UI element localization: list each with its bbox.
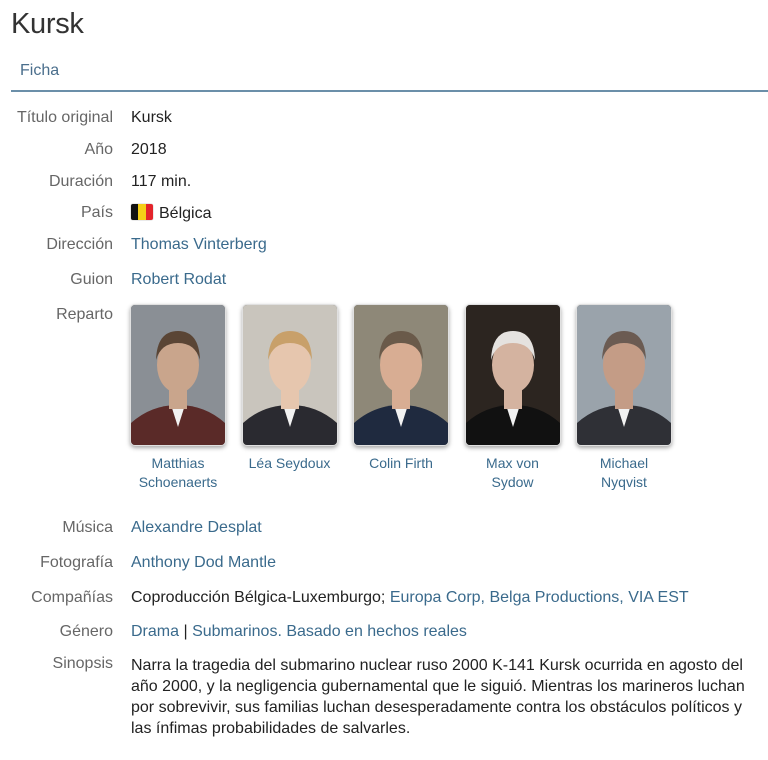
separator: ,: [619, 589, 629, 606]
field-label: Año: [84, 141, 113, 158]
field-value-wrap: Alexandre Desplat: [131, 519, 262, 537]
field-value: Drama | Submarinos. Basado en hechos rea…: [131, 623, 467, 641]
company-link[interactable]: VIA EST: [628, 589, 688, 606]
composer-link[interactable]: Alexandre Desplat: [131, 519, 262, 536]
field-label: Título original: [16, 109, 113, 126]
cast-member[interactable]: Colin Firth: [351, 304, 451, 473]
topic-link[interactable]: Basado en hechos reales: [286, 623, 467, 640]
field-value: 117 min.: [131, 173, 192, 190]
cast-member-name[interactable]: Michael Nyqvist: [574, 454, 674, 492]
tab-bar: Ficha: [11, 60, 768, 92]
field-label: Reparto: [56, 306, 113, 323]
field-value-wrap: Robert Rodat: [131, 271, 226, 289]
cast-name-line: Max von: [486, 455, 539, 471]
topic-link[interactable]: Submarinos: [192, 623, 277, 640]
cast-photo[interactable]: [464, 304, 561, 446]
cast-name-line: Nyqvist: [601, 474, 647, 490]
cast-name-line: Matthias: [151, 455, 205, 471]
company-link[interactable]: Belga Productions: [489, 589, 619, 606]
cast-member-name[interactable]: Léa Seydoux: [240, 454, 340, 473]
writer-link[interactable]: Robert Rodat: [131, 271, 226, 288]
cinematographer-link[interactable]: Anthony Dod Mantle: [131, 554, 276, 571]
field-label: Duración: [48, 173, 113, 190]
cast-photo[interactable]: [241, 304, 338, 446]
cast-name-line: Colin Firth: [369, 455, 433, 471]
cast-member-name[interactable]: Colin Firth: [351, 454, 451, 473]
cast-member[interactable]: Max von Sydow: [463, 304, 563, 492]
field-value: Coproducción Bélgica-Luxemburgo; Europa …: [131, 589, 689, 607]
field-label: País: [80, 204, 113, 221]
field-label: Género: [59, 623, 113, 640]
cast-member[interactable]: Matthias Schoenaerts: [128, 304, 228, 492]
company-link[interactable]: Europa Corp: [390, 589, 481, 606]
cast-name-line: Sydow: [491, 474, 534, 490]
field-label: Fotografía: [40, 554, 113, 571]
cast-name-line: Schoenaerts: [138, 474, 218, 490]
field-value-wrap: Thomas Vinterberg: [131, 236, 267, 254]
separator: .: [277, 623, 287, 640]
coproduction-text: Coproducción Bélgica-Luxemburgo;: [131, 589, 386, 606]
country-name: Bélgica: [159, 205, 212, 222]
field-value: 2018: [131, 141, 167, 158]
cast-member-name[interactable]: Matthias Schoenaerts: [128, 454, 228, 492]
director-link[interactable]: Thomas Vinterberg: [131, 236, 267, 253]
field-label: Sinopsis: [52, 655, 113, 672]
field-value: Bélgica: [131, 204, 211, 223]
belgium-flag-icon: [131, 204, 153, 220]
field-label: Dirección: [46, 236, 113, 253]
page-title: Kursk: [11, 8, 84, 40]
synopsis-text: Narra la tragedia del submarino nuclear …: [131, 657, 745, 737]
cast-name-line: Léa Seydoux: [248, 455, 331, 471]
separator: |: [179, 623, 193, 640]
field-label: Guion: [70, 271, 113, 288]
cast-member[interactable]: Michael Nyqvist: [574, 304, 674, 492]
cast-photo[interactable]: [576, 304, 672, 446]
genre-link[interactable]: Drama: [131, 623, 179, 640]
cast-name-line: Michael: [599, 455, 649, 471]
field-label: Compañías: [31, 589, 113, 606]
field-label: Música: [62, 519, 113, 536]
cast-photo[interactable]: [130, 304, 226, 446]
field-value-wrap: Anthony Dod Mantle: [131, 554, 276, 572]
cast-member-name[interactable]: Max von Sydow: [463, 454, 563, 492]
cast-member[interactable]: Léa Seydoux: [240, 304, 340, 473]
field-value: Kursk: [131, 109, 172, 126]
cast-photo[interactable]: [353, 304, 449, 446]
tab-ficha[interactable]: Ficha: [11, 60, 68, 90]
